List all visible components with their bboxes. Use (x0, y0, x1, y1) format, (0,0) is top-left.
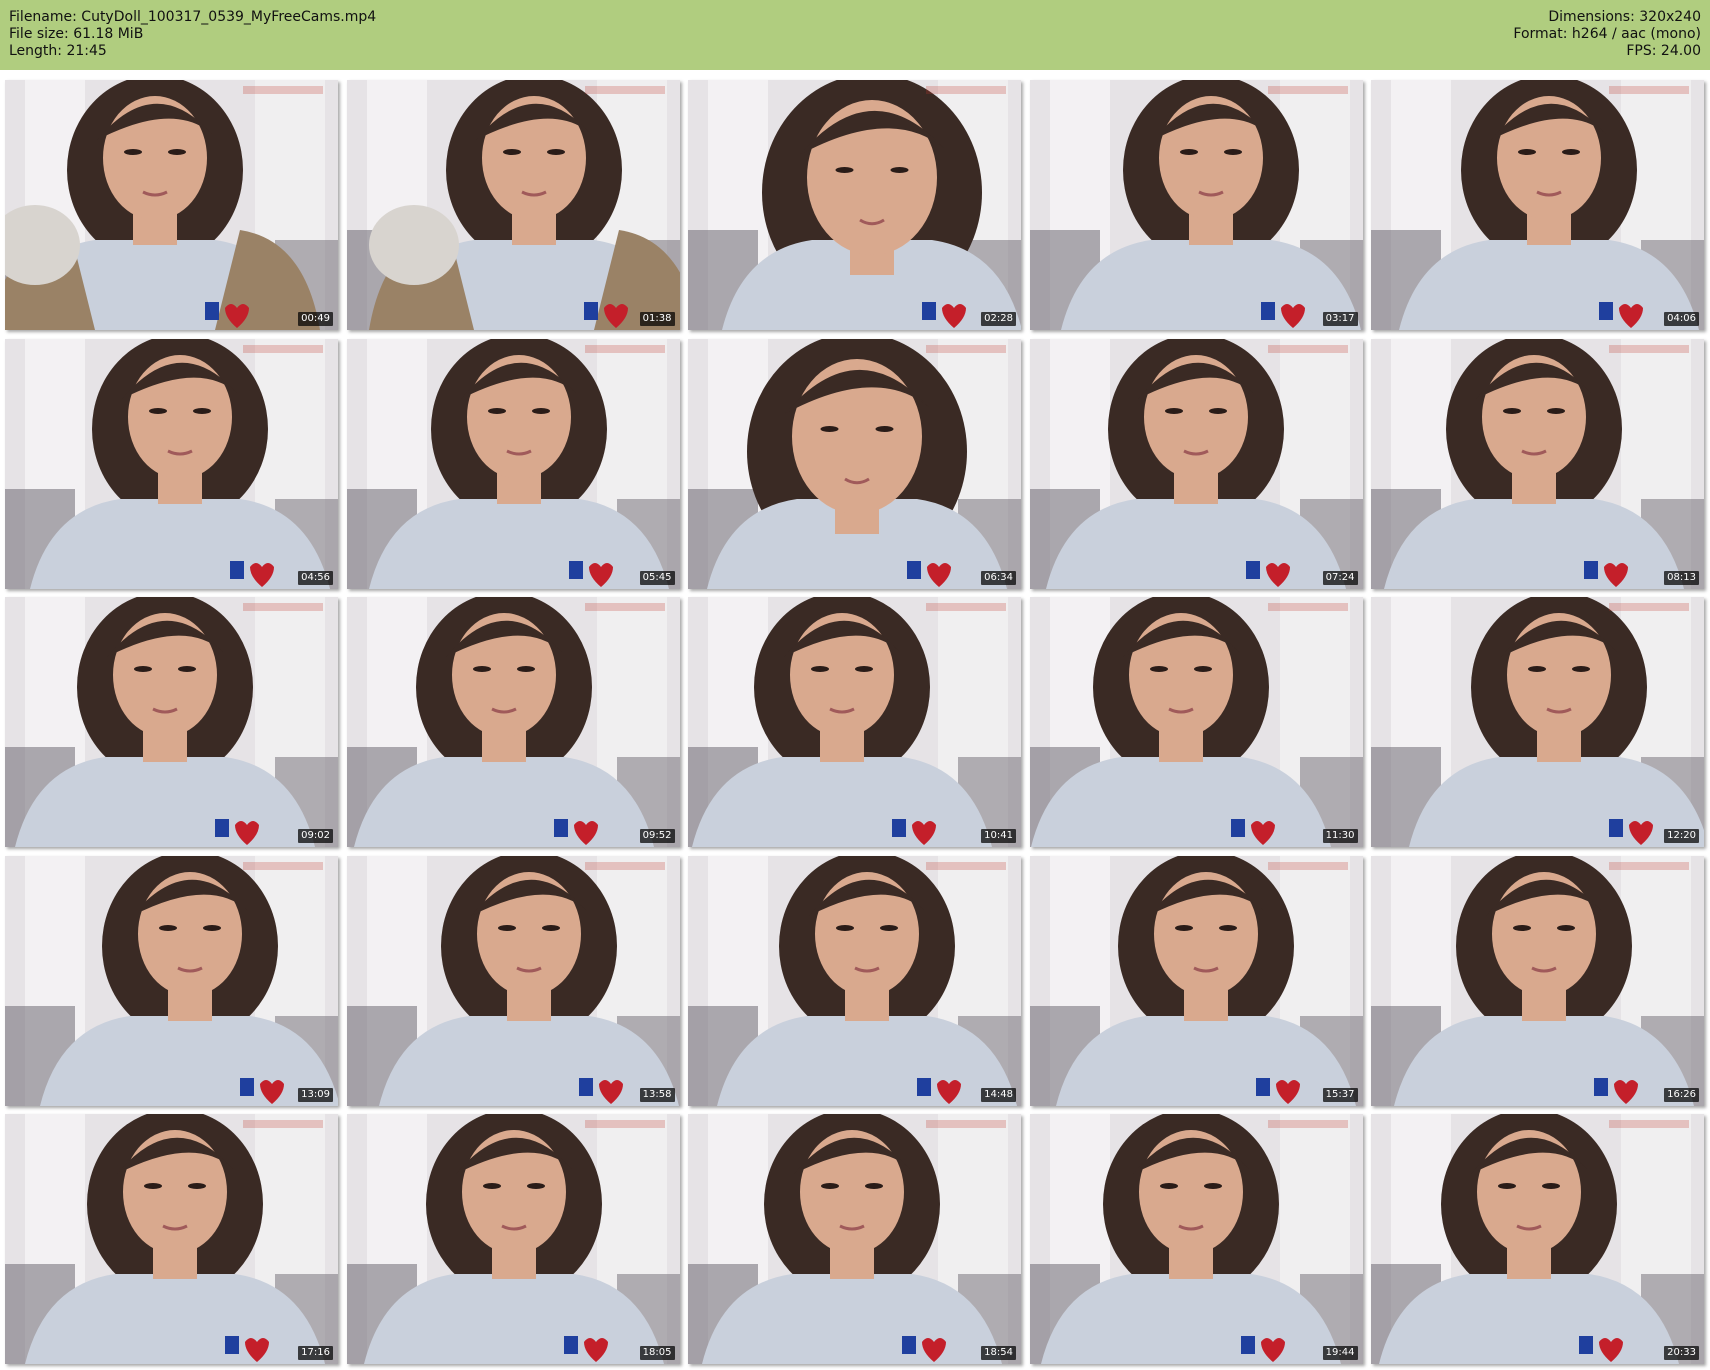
frame-image (346, 338, 680, 589)
frame-image (1029, 80, 1363, 330)
filename-text: Filename: CutyDoll_100317_0539_MyFreeCam… (9, 9, 377, 25)
thumbnail-frame: 18:54 (688, 1114, 1021, 1364)
frame-image (688, 855, 1021, 1106)
thumbnail-frame: 13:58 (346, 855, 680, 1106)
frame-timestamp: 06:34 (981, 570, 1016, 585)
file-size-text: File size: 61.18 MiB (9, 26, 144, 42)
frame-timestamp: 10:41 (981, 829, 1016, 843)
frame-timestamp: 13:58 (639, 1087, 675, 1102)
frame-timestamp: 09:52 (639, 829, 675, 843)
thumbnail-frame: 09:52 (346, 597, 680, 847)
thumbnail-frame: 07:24 (1029, 338, 1363, 589)
frame-image (1029, 338, 1363, 589)
frame-timestamp: 19:44 (1322, 1346, 1358, 1360)
frame-timestamp: 00:49 (298, 312, 333, 326)
frame-image (688, 1114, 1021, 1364)
frame-image (5, 338, 338, 589)
frame-image (1029, 597, 1363, 847)
frame-image (1371, 1114, 1704, 1364)
thumbnail-frame: 20:33 (1371, 1114, 1704, 1364)
dimensions-text: Dimensions: 320x240 (1548, 9, 1701, 25)
frame-image (1371, 80, 1704, 330)
thumbnail-frame: 19:44 (1029, 1114, 1363, 1364)
frame-image (1371, 597, 1704, 847)
frame-image (1371, 855, 1704, 1106)
length-text: Length: 21:45 (9, 43, 107, 59)
thumbnail-frame: 10:41 (688, 597, 1021, 847)
frame-timestamp: 18:54 (981, 1346, 1016, 1360)
thumbnail-frame: 02:28 (688, 80, 1021, 330)
thumbnail-frame: 15:37 (1029, 855, 1363, 1106)
thumbnail-frame: 04:06 (1371, 80, 1704, 330)
thumbnail-frame: 17:16 (5, 1114, 338, 1364)
meta-right-block: Dimensions: 320x240 Format: h264 / aac (… (1513, 9, 1701, 60)
frame-timestamp: 08:13 (1664, 570, 1699, 585)
thumbnail-frame: 05:45 (346, 338, 680, 589)
frame-image (688, 338, 1021, 589)
frame-timestamp: 03:17 (1322, 312, 1358, 326)
thumbnail-frame: 16:26 (1371, 855, 1704, 1106)
frame-image (1371, 338, 1704, 589)
thumbnail-frame: 03:17 (1029, 80, 1363, 330)
frame-timestamp: 02:28 (981, 312, 1016, 326)
thumbnail-frame: 18:05 (346, 1114, 680, 1364)
thumbnail-frame: 01:38 (346, 80, 680, 330)
fps-text: FPS: 24.00 (1626, 43, 1701, 59)
thumbnail-frame: 14:48 (688, 855, 1021, 1106)
frame-timestamp: 09:02 (298, 829, 333, 843)
frame-timestamp: 15:37 (1322, 1087, 1358, 1102)
frame-image (688, 597, 1021, 847)
frame-image (5, 597, 338, 847)
frame-timestamp: 14:48 (981, 1087, 1016, 1102)
thumbnail-frame: 12:20 (1371, 597, 1704, 847)
frame-image (1029, 1114, 1363, 1364)
frame-image (5, 855, 338, 1106)
frame-timestamp: 04:06 (1664, 312, 1699, 326)
frame-timestamp: 20:33 (1664, 1346, 1699, 1360)
frame-image (5, 80, 338, 330)
frame-image (5, 1114, 338, 1364)
frame-timestamp: 01:38 (639, 312, 675, 326)
frame-timestamp: 05:45 (639, 570, 675, 585)
frame-timestamp: 04:56 (298, 570, 333, 585)
format-text: Format: h264 / aac (mono) (1513, 26, 1701, 42)
frame-image (346, 597, 680, 847)
frame-timestamp: 12:20 (1664, 829, 1699, 843)
thumbnail-frame: 00:49 (5, 80, 338, 330)
frame-image (346, 855, 680, 1106)
frame-image (688, 80, 1021, 330)
info-header: Filename: CutyDoll_100317_0539_MyFreeCam… (0, 0, 1710, 70)
frame-timestamp: 07:24 (1322, 570, 1358, 585)
frame-timestamp: 18:05 (639, 1346, 675, 1360)
frame-image (346, 1114, 680, 1364)
frame-timestamp: 13:09 (298, 1087, 333, 1102)
thumbnail-frame: 09:02 (5, 597, 338, 847)
frame-timestamp: 17:16 (298, 1346, 333, 1360)
thumbnail-frame: 13:09 (5, 855, 338, 1106)
frame-image (346, 80, 680, 330)
thumbnail-frame: 04:56 (5, 338, 338, 589)
thumbnail-frame: 11:30 (1029, 597, 1363, 847)
meta-left-block: Filename: CutyDoll_100317_0539_MyFreeCam… (9, 9, 376, 60)
thumbnail-frame: 06:34 (688, 338, 1021, 589)
thumbnail-grid: 00:49 01:38 02:28 03:17 04:06 04:56 05:45 06:34… (5, 80, 1705, 1365)
frame-timestamp: 16:26 (1664, 1087, 1699, 1102)
frame-timestamp: 11:30 (1322, 829, 1358, 843)
thumbnail-frame: 08:13 (1371, 338, 1704, 589)
frame-image (1029, 855, 1363, 1106)
